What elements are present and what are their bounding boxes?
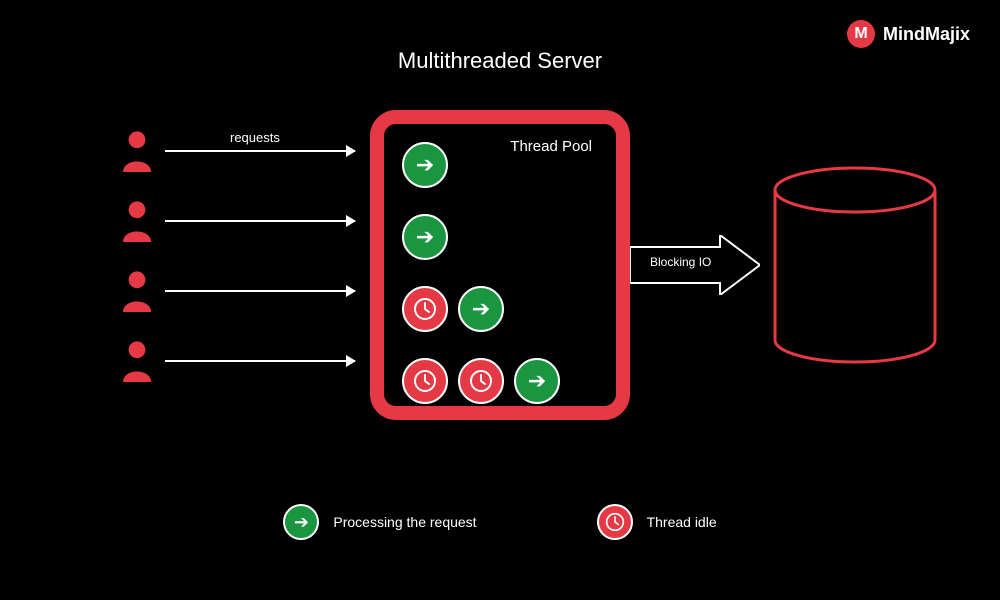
user-icon <box>120 200 154 242</box>
user-icon <box>120 270 154 312</box>
arrow-icon: ➔ <box>402 142 448 188</box>
diagram-title: Multithreaded Server <box>398 48 602 74</box>
clock-icon <box>458 358 504 404</box>
pool-row: ➔ <box>402 214 598 260</box>
thread-pool-title: Thread Pool <box>510 138 592 155</box>
user-icon <box>120 340 154 382</box>
request-arrow <box>165 360 355 362</box>
legend-idle-label: Thread idle <box>647 514 717 530</box>
pool-row: ➔ <box>402 286 598 332</box>
legend-processing: ➔ Processing the request <box>283 504 476 540</box>
legend-processing-label: Processing the request <box>333 514 476 530</box>
pool-row: ➔ <box>402 358 598 404</box>
clock-icon <box>597 504 633 540</box>
brand-mark: M <box>847 20 875 48</box>
requests-label: requests <box>230 130 280 145</box>
arrow-icon: ➔ <box>283 504 319 540</box>
users-column <box>120 130 154 382</box>
request-arrow <box>165 150 355 152</box>
blocking-io-label: Blocking IO <box>650 255 711 269</box>
request-arrow <box>165 290 355 292</box>
thread-pool-box: Thread Pool ➔ ➔ ➔ ➔ <box>370 110 630 420</box>
brand-name: MindMajix <box>883 24 970 45</box>
arrow-icon: ➔ <box>514 358 560 404</box>
arrow-icon: ➔ <box>402 214 448 260</box>
request-arrow <box>165 220 355 222</box>
legend-idle: Thread idle <box>597 504 717 540</box>
arrow-icon: ➔ <box>458 286 504 332</box>
brand-logo: M MindMajix <box>847 20 970 48</box>
database-icon <box>770 165 940 370</box>
clock-icon <box>402 358 448 404</box>
user-icon <box>120 130 154 172</box>
clock-icon <box>402 286 448 332</box>
legend: ➔ Processing the request Thread idle <box>0 504 1000 540</box>
